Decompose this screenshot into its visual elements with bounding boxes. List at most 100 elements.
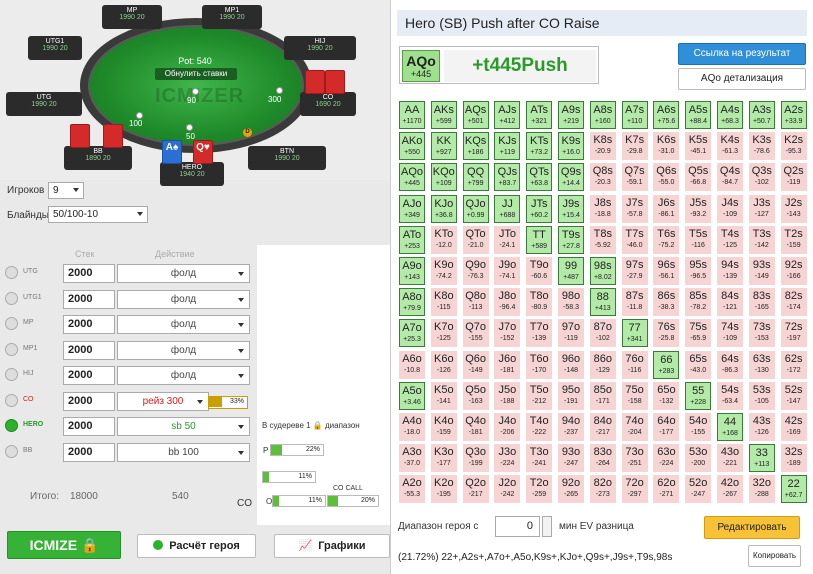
hand-cell[interactable]: TT +589 <box>526 225 553 254</box>
hand-cell[interactable]: QJs +83.7 <box>494 163 521 192</box>
reset-bets-button[interactable]: Обнулить ставки <box>155 68 237 80</box>
hand-cell[interactable]: Q2s -119 <box>780 163 807 192</box>
hand-cell[interactable]: 72o -297 <box>621 475 648 504</box>
hand-cell[interactable]: K8o -115 <box>430 288 457 317</box>
hand-cell[interactable]: Q3s -102 <box>748 163 775 192</box>
hand-cell[interactable]: 97o -119 <box>558 319 584 348</box>
hand-cell[interactable]: Q9s +14.4 <box>558 163 584 192</box>
players-select[interactable]: 9 <box>48 182 84 199</box>
hand-cell[interactable]: A5s +88.4 <box>685 101 712 129</box>
stack-input[interactable]: 2000 <box>63 340 115 360</box>
hand-cell[interactable]: 73s -153 <box>748 319 775 348</box>
hand-cell[interactable]: 84s -121 <box>717 288 743 317</box>
hand-cell[interactable]: J6o -181 <box>494 350 521 379</box>
hand-cell[interactable]: J4s -109 <box>717 194 743 223</box>
hand-cell[interactable]: Q6o -149 <box>462 350 489 379</box>
o-range-bar[interactable]: 11% <box>272 495 326 507</box>
hand-cell[interactable]: 54s -63.4 <box>717 381 743 410</box>
hand-cell[interactable]: 44 +168 <box>717 413 743 441</box>
hand-cell[interactable]: 64s -86.3 <box>717 350 743 379</box>
hand-cell[interactable]: K2s -95.3 <box>780 132 807 161</box>
hand-cell[interactable]: KTo -12.0 <box>430 225 457 254</box>
hand-cell[interactable]: J4o -206 <box>494 413 521 441</box>
hand-cell[interactable]: T6s -75.2 <box>653 225 680 254</box>
hand-cell[interactable]: 92s -166 <box>780 257 807 285</box>
hand-cell[interactable]: AQs +501 <box>462 101 489 129</box>
hand-cell[interactable]: K7o -125 <box>430 319 457 348</box>
hand-cell[interactable]: K7s -29.8 <box>621 132 648 161</box>
hand-cell[interactable]: A5o +3.46 <box>399 381 425 410</box>
hand-cell[interactable]: J3s -127 <box>748 194 775 223</box>
hand-cell[interactable]: T3s -142 <box>748 225 775 254</box>
hand-cell[interactable]: KJs +119 <box>494 132 521 161</box>
hand-cell[interactable]: 75o -158 <box>621 381 648 410</box>
action-select[interactable]: фолд <box>117 289 250 309</box>
hand-cell[interactable]: 66 +283 <box>653 350 680 379</box>
hand-cell[interactable]: 54o -155 <box>685 413 712 441</box>
seat-mp[interactable]: MP 1990 20 <box>102 5 162 29</box>
stack-input[interactable]: 2000 <box>63 442 115 462</box>
hand-cell[interactable]: 65s -43.0 <box>685 350 712 379</box>
hand-cell[interactable]: T4o -222 <box>526 413 553 441</box>
hand-cell[interactable]: JJ +688 <box>494 194 521 223</box>
hand-cell[interactable]: A9s +219 <box>558 101 584 129</box>
seat-mp1[interactable]: MP1 1990 20 <box>202 5 262 29</box>
hand-cell[interactable]: K9s +16.0 <box>558 132 584 161</box>
hand-cell[interactable]: 95o -191 <box>558 381 584 410</box>
hand-cell[interactable]: T4s -125 <box>717 225 743 254</box>
hand-cell[interactable]: 97s -27.9 <box>621 257 648 285</box>
hand-cell[interactable]: T3o -241 <box>526 444 553 473</box>
hand-cell[interactable]: 43s -126 <box>748 413 775 441</box>
hand-cell[interactable]: 76o -116 <box>621 350 648 379</box>
hand-cell[interactable]: A4s +68.3 <box>717 101 743 129</box>
hand-cell[interactable]: KK +927 <box>430 132 457 161</box>
player-radio[interactable] <box>5 317 18 330</box>
hand-cell[interactable]: 85s -78.2 <box>685 288 712 317</box>
hand-detail-button[interactable]: AQo детализация <box>678 68 806 90</box>
hand-cell[interactable]: A8s +160 <box>589 101 616 129</box>
hand-cell[interactable]: ATs +321 <box>526 101 553 129</box>
hand-cell[interactable]: 96s -56.1 <box>653 257 680 285</box>
hand-cell[interactable]: Q3o -199 <box>462 444 489 473</box>
stack-input[interactable]: 2000 <box>63 315 115 334</box>
hand-cell[interactable]: 53s -105 <box>748 381 775 410</box>
hand-cell[interactable]: AKs +599 <box>430 101 457 129</box>
hand-cell[interactable]: 73o -251 <box>621 444 648 473</box>
stack-input[interactable]: 2000 <box>63 417 115 436</box>
hand-cell[interactable]: Q4o -181 <box>462 413 489 441</box>
hand-cell[interactable]: 93s -149 <box>748 257 775 285</box>
co-range-indicator[interactable]: 33% <box>208 396 248 409</box>
hand-cell[interactable]: QTo -21.0 <box>462 225 489 254</box>
hand-cell[interactable]: 74s -109 <box>717 319 743 348</box>
hand-cell[interactable]: 75s -65.9 <box>685 319 712 348</box>
action-select[interactable]: фолд <box>117 315 250 334</box>
hand-cell[interactable]: 52s -147 <box>780 381 807 410</box>
action-select[interactable]: фолд <box>117 264 250 283</box>
result-link-button[interactable]: Ссылка на результат <box>678 43 806 65</box>
player-radio[interactable] <box>5 368 18 381</box>
hand-cell[interactable]: AJo +349 <box>399 194 425 223</box>
hand-cell[interactable]: 74o -204 <box>621 413 648 441</box>
hand-cell[interactable]: K4s -61.3 <box>717 132 743 161</box>
hand-cell[interactable]: Q5s -66.8 <box>685 163 712 192</box>
seat-co[interactable]: CO 1690 20 <box>300 92 356 116</box>
hand-cell[interactable]: 84o -217 <box>589 413 616 441</box>
hand-cell[interactable]: JTo -24.1 <box>494 225 521 254</box>
hand-cell[interactable]: 76s -25.8 <box>653 319 680 348</box>
hand-cell[interactable]: A7s +110 <box>621 101 648 129</box>
range-bar-2[interactable]: 11% <box>262 471 316 483</box>
hand-cell[interactable]: KTs +73.2 <box>526 132 553 161</box>
hand-cell[interactable]: Q8s -20.3 <box>589 163 616 192</box>
hand-cell[interactable]: 77 +341 <box>621 319 648 348</box>
hand-cell[interactable]: K5o -141 <box>430 381 457 410</box>
hand-cell[interactable]: 63s -130 <box>748 350 775 379</box>
hand-cell[interactable]: 98o -58.3 <box>558 288 584 317</box>
hand-cell[interactable]: J5s -93.2 <box>685 194 712 223</box>
hero-calc-button[interactable]: Расчёт героя <box>137 534 256 558</box>
seat-hero[interactable]: HERO 1940 20 <box>160 162 224 186</box>
hand-cell[interactable]: 82o -273 <box>589 475 616 504</box>
seat-hij[interactable]: HIJ 1990 20 <box>284 36 356 60</box>
hand-cell[interactable]: 92o -265 <box>558 475 584 504</box>
hand-cell[interactable]: 42s -169 <box>780 413 807 441</box>
hand-cell[interactable]: KJo +36.8 <box>430 194 457 223</box>
